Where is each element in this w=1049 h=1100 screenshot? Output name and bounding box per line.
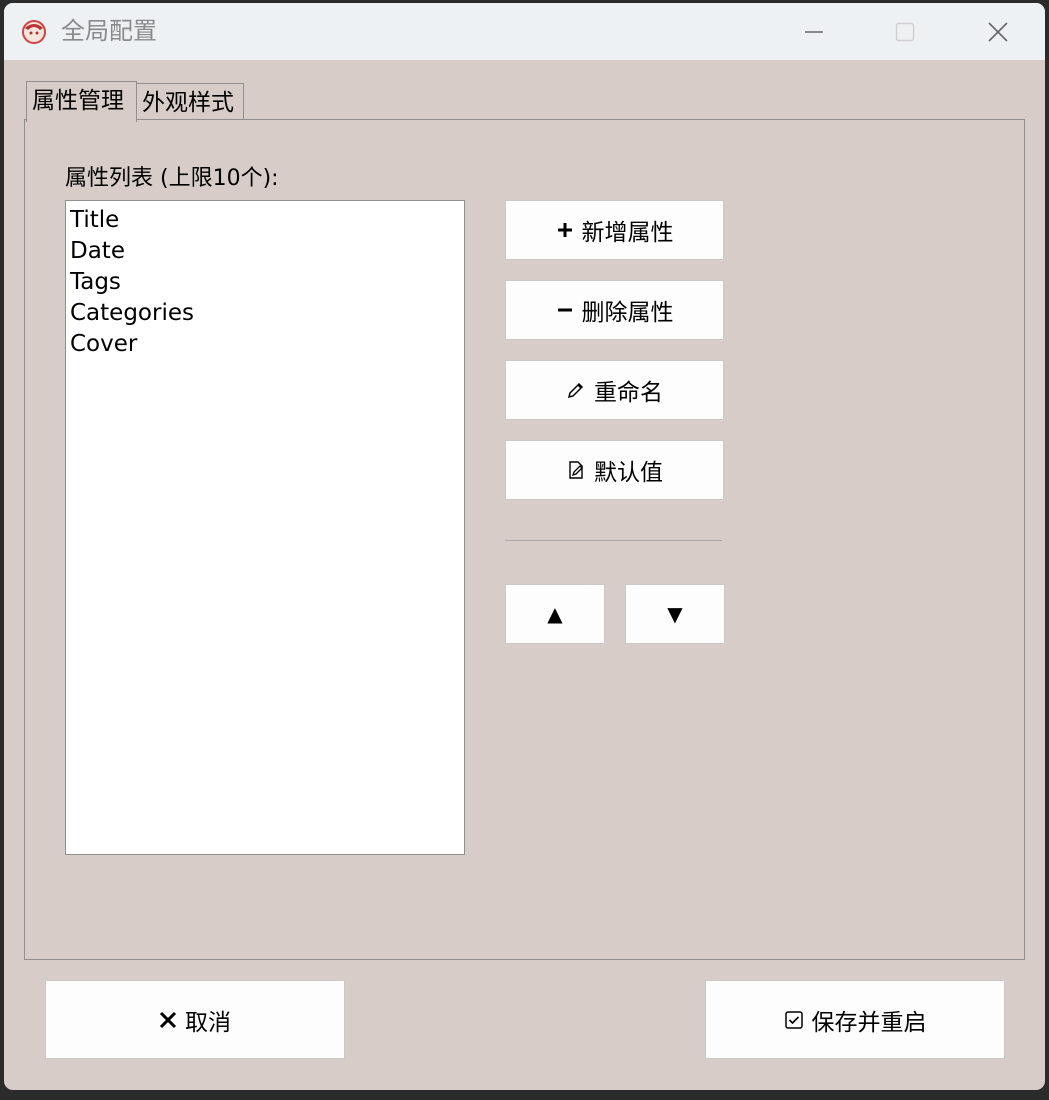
delete-attribute-label: 删除属性 bbox=[581, 300, 674, 326]
cancel-label: 取消 bbox=[185, 1009, 231, 1036]
close-icon[interactable] bbox=[983, 17, 1013, 47]
title-bar[interactable]: 全局配置 bbox=[4, 3, 1045, 60]
list-item[interactable]: Cover bbox=[66, 329, 464, 360]
up-triangle-icon: ▲ bbox=[547, 602, 563, 626]
minus-icon bbox=[556, 301, 574, 319]
delete-attribute-button[interactable]: 删除属性 bbox=[505, 280, 724, 340]
attribute-listbox[interactable]: Title Date Tags Categories Cover bbox=[65, 200, 465, 855]
tab-attribute-management[interactable]: 属性管理 bbox=[26, 81, 137, 122]
window-title: 全局配置 bbox=[61, 17, 157, 45]
x-icon bbox=[159, 1011, 177, 1029]
add-attribute-label: 新增属性 bbox=[581, 220, 674, 246]
minimize-icon[interactable] bbox=[799, 17, 829, 47]
add-attribute-button[interactable]: 新增属性 bbox=[505, 200, 724, 260]
config-window: 全局配置 属性管理 外观样式 属性列表 (上限10个): Title Date … bbox=[4, 3, 1045, 1090]
rename-label: 重命名 bbox=[594, 380, 663, 406]
default-value-label: 默认值 bbox=[594, 460, 663, 486]
pencil-icon bbox=[566, 380, 586, 400]
rename-button[interactable]: 重命名 bbox=[505, 360, 724, 420]
tab-appearance-style[interactable]: 外观样式 bbox=[136, 83, 244, 121]
maximize-icon[interactable] bbox=[890, 17, 920, 47]
move-up-button[interactable]: ▲ bbox=[505, 584, 605, 644]
default-value-button[interactable]: 默认值 bbox=[505, 440, 724, 500]
list-item[interactable]: Title bbox=[66, 205, 464, 236]
plus-icon bbox=[556, 221, 574, 239]
down-triangle-icon: ▼ bbox=[667, 602, 683, 626]
list-item[interactable]: Tags bbox=[66, 267, 464, 298]
save-and-restart-label: 保存并重启 bbox=[811, 1009, 927, 1036]
app-avatar-icon bbox=[22, 20, 46, 44]
separator bbox=[505, 540, 722, 541]
checkbox-icon bbox=[784, 1010, 804, 1030]
list-item[interactable]: Categories bbox=[66, 298, 464, 329]
edit-document-icon bbox=[566, 460, 586, 480]
cancel-button[interactable]: 取消 bbox=[45, 980, 345, 1059]
move-down-button[interactable]: ▼ bbox=[625, 584, 725, 644]
save-and-restart-button[interactable]: 保存并重启 bbox=[705, 980, 1005, 1059]
attribute-list-label: 属性列表 (上限10个): bbox=[65, 166, 279, 191]
list-item[interactable]: Date bbox=[66, 236, 464, 267]
